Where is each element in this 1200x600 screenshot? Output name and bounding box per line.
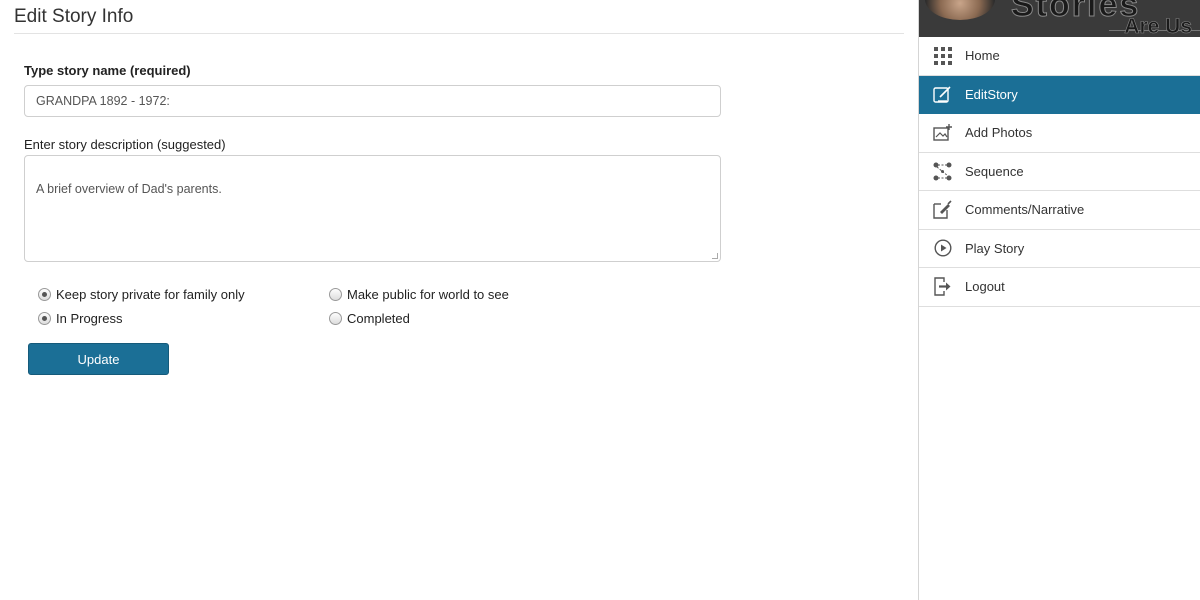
- title-divider: [14, 33, 904, 34]
- edit-icon: [933, 85, 952, 104]
- sidebar-item-label: Add Photos: [965, 125, 1033, 141]
- radio-in-progress[interactable]: In Progress: [38, 311, 122, 326]
- radio-completed-label: Completed: [347, 311, 410, 326]
- radio-completed[interactable]: Completed: [329, 311, 410, 326]
- update-button[interactable]: Update: [28, 343, 169, 375]
- sidebar-item-logout[interactable]: Logout: [919, 268, 1200, 307]
- banner-photo: [925, 0, 995, 20]
- sidebar-item-home[interactable]: Home: [919, 37, 1200, 76]
- banner-title: Stories: [1010, 0, 1141, 25]
- sidebar-item-play-story[interactable]: Play Story: [919, 230, 1200, 268]
- logout-icon: [933, 277, 952, 296]
- sidebar-item-add-photos[interactable]: Add Photos: [919, 114, 1200, 153]
- sidebar-item-label: EditStory: [965, 86, 1018, 102]
- sidebar-item-label: Play Story: [965, 240, 1025, 256]
- radio-private-button[interactable]: [38, 288, 51, 301]
- sidebar-menu: Home EditStory Add Photos Sequence Comme…: [919, 37, 1200, 307]
- radio-completed-button[interactable]: [329, 312, 342, 325]
- play-icon: [933, 239, 952, 258]
- sidebar-item-label: Home: [965, 48, 1000, 64]
- banner-subtitle: Are Us: [1124, 15, 1192, 37]
- story-name-input[interactable]: GRANDPA 1892 - 1972:: [24, 85, 721, 117]
- radio-in-progress-label: In Progress: [56, 311, 123, 326]
- radio-private-label: Keep story private for family only: [56, 287, 245, 302]
- add-photo-icon: [933, 123, 952, 142]
- sidebar-item-sequence[interactable]: Sequence: [919, 153, 1200, 191]
- note-pin-icon: [933, 200, 952, 219]
- story-description-label: Enter story description (suggested): [24, 137, 226, 152]
- banner-logo: Stories Are Us: [919, 0, 1200, 37]
- sidebar-item-label: Logout: [965, 279, 1005, 295]
- story-description-textarea[interactable]: A brief overview of Dad's parents.: [24, 155, 721, 262]
- story-description-text: A brief overview of Dad's parents.: [36, 182, 222, 196]
- story-name-label: Type story name (required): [24, 63, 191, 78]
- sidebar-item-comments-narrative[interactable]: Comments/Narrative: [919, 191, 1200, 230]
- radio-in-progress-button[interactable]: [38, 312, 51, 325]
- radio-public-button[interactable]: [329, 288, 342, 301]
- radio-public-label: Make public for world to see: [347, 287, 509, 302]
- radio-public[interactable]: Make public for world to see: [329, 287, 509, 302]
- grid-icon: [933, 46, 952, 65]
- main-content: Edit Story Info Type story name (require…: [0, 0, 918, 600]
- sidebar-item-label: Comments/Narrative: [965, 202, 1085, 218]
- sequence-icon: [933, 162, 952, 181]
- resize-grip-icon[interactable]: [712, 253, 718, 259]
- radio-private[interactable]: Keep story private for family only: [38, 287, 245, 302]
- sidebar-item-editstory[interactable]: EditStory: [919, 75, 1200, 114]
- page-title: Edit Story Info: [14, 6, 134, 27]
- sidebar: Stories Are Us Home EditStory Add Photos…: [919, 0, 1200, 600]
- sidebar-item-label: Sequence: [965, 163, 1024, 179]
